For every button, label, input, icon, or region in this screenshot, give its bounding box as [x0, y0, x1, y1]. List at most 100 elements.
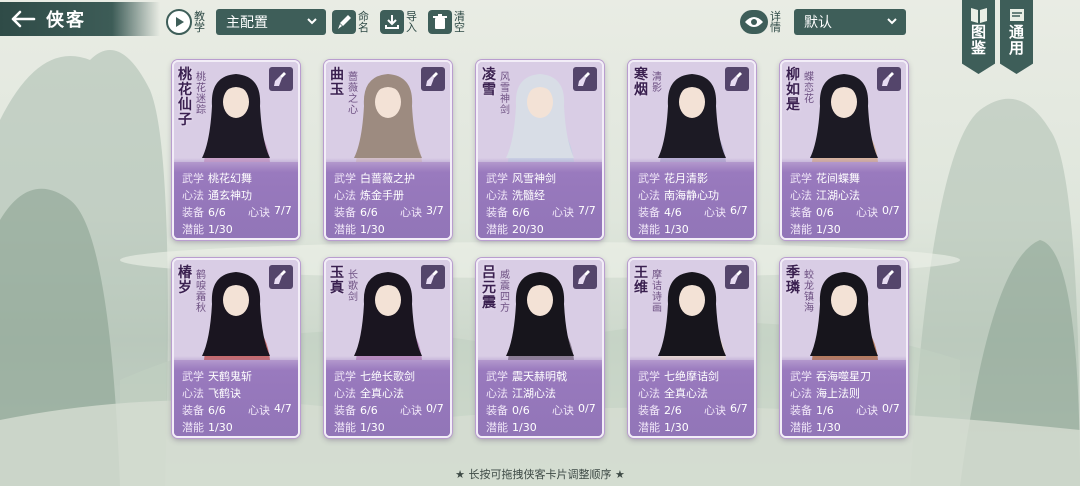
broom-icon[interactable] — [269, 67, 293, 91]
secret-label: 心诀 — [552, 206, 574, 219]
secret-label: 心诀 — [400, 404, 422, 417]
hero-card[interactable]: 柳如是 蝶恋花 武学 花间蝶舞 心法 江湖心法 装备 0/6 心诀 0/7 潜能 1/30 — [780, 60, 908, 240]
equip-row: 装备 6/6 心诀 0/7 — [334, 402, 450, 418]
broom-icon[interactable] — [877, 265, 901, 289]
potential-value: 1/30 — [664, 421, 689, 434]
equip-row: 装备 0/6 心诀 0/7 — [486, 402, 602, 418]
equip-row: 装备 6/6 心诀 7/7 — [182, 204, 298, 220]
hero-card[interactable]: 凌雪 风雪神剑 武学 风雪神剑 心法 洗髓经 装备 6/6 心诀 7/7 潜能 20/30 — [476, 60, 604, 240]
broom-icon[interactable] — [725, 67, 749, 91]
hero-card[interactable]: 曲玉 蔷薇之心 武学 白蔷薇之护 心法 炼金手册 装备 6/6 心诀 3/7 潜能 1/3… — [324, 60, 452, 240]
potential-value: 1/30 — [208, 421, 233, 434]
secret-label: 心诀 — [400, 206, 422, 219]
top-bar: 侠客 教学 主配置 命名 导入 清空 详情 默认 图 鉴 通 用 — [0, 0, 1080, 74]
rename-button[interactable]: 命名 — [332, 8, 370, 36]
method-label: 心法 — [638, 189, 660, 202]
broom-icon[interactable] — [573, 67, 597, 91]
method-row: 心法 江湖心法 — [790, 187, 860, 203]
broom-icon[interactable] — [725, 265, 749, 289]
tab-codex-char2: 鉴 — [970, 39, 986, 57]
secret-label: 心诀 — [856, 206, 878, 219]
martial-row: 武学 花间蝶舞 — [790, 170, 860, 186]
method-row: 心法 飞鹤诀 — [182, 385, 241, 401]
tutorial-button[interactable]: 教学 — [166, 8, 206, 36]
chevron-down-icon — [886, 15, 898, 31]
method-row: 心法 江湖心法 — [486, 385, 556, 401]
sort-select[interactable]: 默认 — [794, 9, 906, 35]
equip-value: 1/6 — [816, 404, 834, 417]
equip-value: 6/6 — [360, 404, 378, 417]
method-label: 心法 — [182, 189, 204, 202]
equip-value: 4/6 — [664, 206, 682, 219]
details-toggle[interactable]: 详情 — [740, 8, 782, 36]
potential-row: 潜能 1/30 — [790, 419, 841, 435]
potential-label: 潜能 — [638, 223, 660, 236]
potential-value: 1/30 — [664, 223, 689, 236]
hero-card[interactable]: 吕元震 威震四方 武学 震天赫明戟 心法 江湖心法 装备 0/6 心诀 0/7 潜能 1/… — [476, 258, 604, 438]
potential-label: 潜能 — [334, 223, 356, 236]
equip-row: 装备 0/6 心诀 0/7 — [790, 204, 906, 220]
hero-title: 蛟龙镇海 — [804, 270, 814, 314]
clear-button[interactable]: 清空 — [428, 8, 466, 36]
method-value: 通玄神功 — [208, 189, 252, 202]
import-button[interactable]: 导入 — [380, 8, 418, 36]
page-title: 侠客 — [46, 10, 86, 31]
hero-stats: 武学 桃花幻舞 心法 通玄神功 装备 6/6 心诀 7/7 潜能 1/30 — [174, 158, 298, 238]
brush-icon — [332, 10, 356, 34]
preset-select[interactable]: 主配置 — [216, 9, 326, 35]
method-label: 心法 — [182, 387, 204, 400]
secret-value: 7/7 — [578, 204, 596, 217]
potential-row: 潜能 1/30 — [486, 419, 537, 435]
hero-stats: 武学 风雪神剑 心法 洗髓经 装备 6/6 心诀 7/7 潜能 20/30 — [478, 158, 602, 238]
hero-name: 桃花仙子 — [178, 67, 192, 128]
equip-label: 装备 — [182, 206, 204, 219]
broom-icon[interactable] — [421, 265, 445, 289]
equip-value: 6/6 — [512, 206, 530, 219]
potential-value: 1/30 — [360, 223, 385, 236]
equip-value: 6/6 — [208, 206, 226, 219]
martial-value: 花月清影 — [664, 172, 708, 185]
martial-row: 武学 天鹤鬼斩 — [182, 368, 252, 384]
hero-card[interactable]: 桃花仙子 桃花迷踪 武学 桃花幻舞 心法 通玄神功 装备 6/6 心诀 7/7 潜能 1/… — [172, 60, 300, 240]
hero-card[interactable]: 王维 摩诘诗画 武学 七绝摩诘剑 心法 全真心法 装备 2/6 心诀 6/7 潜能 1/3… — [628, 258, 756, 438]
martial-label: 武学 — [486, 370, 508, 383]
potential-label: 潜能 — [182, 421, 204, 434]
martial-value: 天鹤鬼斩 — [208, 370, 252, 383]
secret-label: 心诀 — [552, 404, 574, 417]
broom-icon[interactable] — [421, 67, 445, 91]
broom-icon[interactable] — [877, 67, 901, 91]
preset-select-value: 主配置 — [226, 15, 268, 31]
hero-name: 曲玉 — [330, 67, 344, 98]
drag-hint: ★ 长按可拖拽侠客卡片调整顺序 ★ — [0, 466, 1080, 482]
potential-row: 潜能 1/30 — [638, 221, 689, 237]
hero-card[interactable]: 季璘 蛟龙镇海 武学 吞海噬星刀 心法 海上法则 装备 1/6 心诀 0/7 潜能 1/3… — [780, 258, 908, 438]
tab-codex[interactable]: 图 鉴 — [962, 0, 995, 74]
hero-title: 风雪神剑 — [500, 72, 510, 116]
broom-icon[interactable] — [269, 265, 293, 289]
back-button[interactable]: 侠客 — [0, 2, 160, 36]
martial-label: 武学 — [334, 172, 356, 185]
method-value: 洗髓经 — [512, 189, 545, 202]
equip-label: 装备 — [790, 206, 812, 219]
drag-hint-text: 长按可拖拽侠客卡片调整顺序 — [468, 468, 612, 481]
method-value: 飞鹤诀 — [208, 387, 241, 400]
hero-title: 威震四方 — [500, 270, 510, 314]
hero-stats: 武学 吞海噬星刀 心法 海上法则 装备 1/6 心诀 0/7 潜能 1/30 — [782, 356, 906, 436]
martial-label: 武学 — [790, 172, 812, 185]
tab-general[interactable]: 通 用 — [1000, 0, 1033, 74]
equip-row: 装备 2/6 心诀 6/7 — [638, 402, 754, 418]
equip-label: 装备 — [638, 404, 660, 417]
equip-label: 装备 — [790, 404, 812, 417]
broom-icon[interactable] — [573, 265, 597, 289]
equip-value: 6/6 — [360, 206, 378, 219]
martial-value: 七绝摩诘剑 — [664, 370, 719, 383]
method-value: 江湖心法 — [816, 189, 860, 202]
hero-card[interactable]: 玉真 长歌剑 武学 七绝长歌剑 心法 全真心法 装备 6/6 心诀 0/7 潜能 1/30 — [324, 258, 452, 438]
rename-label: 命名 — [358, 10, 369, 34]
star-icon: ★ — [611, 468, 625, 481]
hero-card[interactable]: 寒烟 清影 武学 花月清影 心法 南海静心功 装备 4/6 心诀 6/7 潜能 1/30 — [628, 60, 756, 240]
potential-label: 潜能 — [486, 421, 508, 434]
potential-value: 1/30 — [360, 421, 385, 434]
hero-card[interactable]: 椿岁 鹤唳霜秋 武学 天鹤鬼斩 心法 飞鹤诀 装备 6/6 心诀 4/7 潜能 1/30 — [172, 258, 300, 438]
potential-label: 潜能 — [486, 223, 508, 236]
